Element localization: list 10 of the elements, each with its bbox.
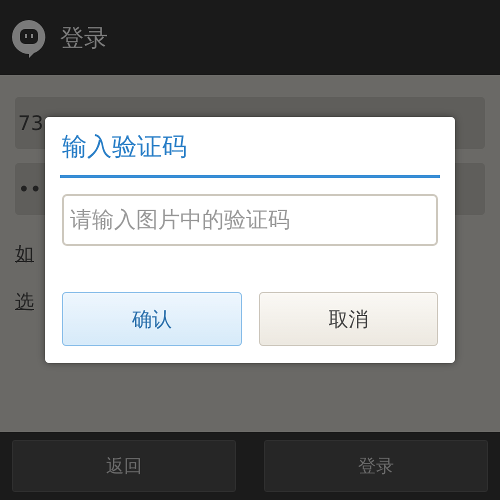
cancel-button[interactable]: 取消	[258, 292, 438, 346]
chat-bubble-icon	[10, 18, 48, 58]
help-link[interactable]: 如	[15, 241, 34, 267]
captcha-input[interactable]: 请输入图片中的验证码	[62, 194, 438, 246]
screen-title: 登录	[60, 22, 108, 54]
option-link[interactable]: 选	[15, 289, 34, 315]
dialog-title: 输入验证码	[60, 117, 440, 178]
back-button[interactable]: 返回	[12, 440, 236, 492]
confirm-button[interactable]: 确认	[62, 292, 242, 346]
login-button[interactable]: 登录	[264, 440, 488, 492]
